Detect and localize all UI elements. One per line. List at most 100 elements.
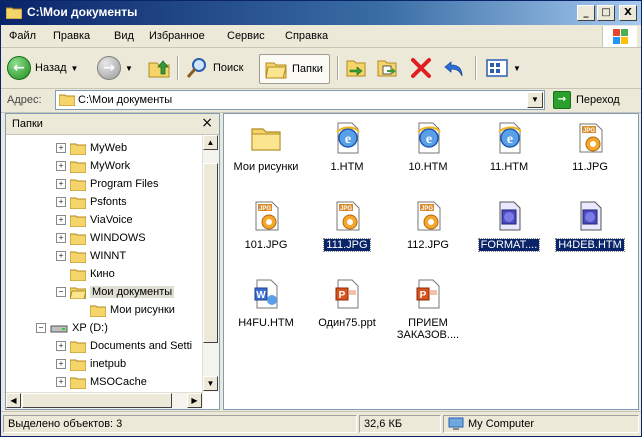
expand-icon[interactable]: + xyxy=(56,197,66,207)
folders-button[interactable]: Папки xyxy=(259,54,330,84)
file-item[interactable]: P Один75.ppt xyxy=(308,276,386,329)
horizontal-scrollbar[interactable]: ◀ ▶ xyxy=(6,392,203,409)
folders-label: Папки xyxy=(292,63,323,75)
tree-item[interactable]: Мои рисунки xyxy=(76,302,175,318)
folder-file-icon xyxy=(248,120,284,156)
move-to-button[interactable] xyxy=(344,54,368,82)
file-item[interactable]: FORMAT.... xyxy=(470,198,548,252)
tree-item[interactable]: + MyWork xyxy=(56,158,130,174)
delete-button[interactable] xyxy=(409,54,433,82)
search-button[interactable]: Поиск xyxy=(185,54,243,82)
file-item[interactable]: H4DEB.HTM xyxy=(551,198,629,252)
folder-icon xyxy=(70,287,86,299)
folder-icon xyxy=(70,179,86,191)
explorer-window: C:\Мои документы _ □ X Файл Правка Вид И… xyxy=(0,0,642,437)
menu-edit[interactable]: Правка xyxy=(53,30,90,42)
scroll-thumb[interactable] xyxy=(22,393,172,408)
svg-text:e: e xyxy=(507,132,513,147)
jpg-file-icon: JPG xyxy=(572,120,608,156)
scroll-right-icon[interactable]: ▶ xyxy=(187,393,202,408)
tree-item[interactable]: + inetpub xyxy=(56,356,126,372)
htmlword-file-icon: W xyxy=(248,276,284,312)
address-dropdown-icon[interactable]: ▼ xyxy=(527,92,543,108)
expand-icon[interactable]: + xyxy=(56,215,66,225)
title-bar[interactable]: C:\Мои документы _ □ X xyxy=(1,1,641,25)
menu-view[interactable]: Вид xyxy=(114,30,134,42)
back-dropdown-icon[interactable]: ▼ xyxy=(71,64,79,73)
file-item[interactable]: e 11.HTM xyxy=(470,120,548,173)
tree-item[interactable]: Кино xyxy=(56,266,115,282)
file-list-pane: Мои рисунки e 1.HTM e 10.HTM e 11.HTM JPG 11.JPG… xyxy=(223,113,639,410)
expand-icon[interactable]: − xyxy=(56,287,66,297)
file-item[interactable]: JPG 112.JPG xyxy=(389,198,467,251)
close-button[interactable]: X xyxy=(619,5,637,21)
menu-help[interactable]: Справка xyxy=(285,30,328,42)
tree-item[interactable]: + Program Files xyxy=(56,176,158,192)
svg-text:JPG: JPG xyxy=(340,206,352,212)
tree-item[interactable]: + WINDOWS xyxy=(56,230,146,246)
scroll-down-icon[interactable]: ▼ xyxy=(203,376,218,391)
file-name: 1.HTM xyxy=(330,161,364,173)
folder-icon xyxy=(70,251,86,263)
go-button[interactable]: → Переход xyxy=(553,91,620,109)
scroll-up-icon[interactable]: ▲ xyxy=(203,135,218,150)
folder-icon xyxy=(70,215,86,227)
copy-to-button[interactable] xyxy=(375,54,399,82)
expand-icon[interactable]: + xyxy=(56,179,66,189)
minimize-button[interactable]: _ xyxy=(577,5,595,21)
svg-text:e: e xyxy=(345,132,351,147)
expand-icon[interactable]: + xyxy=(56,359,66,369)
views-button[interactable]: ▼ xyxy=(485,54,521,82)
menu-favorites[interactable]: Избранное xyxy=(149,30,205,42)
forward-button[interactable]: → ▼ xyxy=(97,54,133,82)
file-item[interactable]: JPG 101.JPG xyxy=(227,198,305,251)
expand-icon[interactable]: + xyxy=(56,161,66,171)
tree-item[interactable]: + MyWeb xyxy=(56,140,127,156)
expand-icon[interactable]: + xyxy=(56,143,66,153)
back-button[interactable]: ← Назад ▼ xyxy=(7,54,78,82)
folders-pane-title: Папки xyxy=(12,118,43,130)
file-item[interactable]: e 1.HTM xyxy=(308,120,386,173)
undo-button[interactable] xyxy=(443,54,467,82)
folder-icon xyxy=(70,161,86,173)
web-file-icon xyxy=(491,198,527,234)
svg-text:P: P xyxy=(420,290,427,301)
computer-icon xyxy=(448,417,464,430)
tree-item[interactable]: + ViaVoice xyxy=(56,212,133,228)
window-title: C:\Мои документы xyxy=(27,5,138,19)
expand-icon[interactable]: + xyxy=(56,251,66,261)
close-pane-icon[interactable]: × xyxy=(201,115,213,131)
tree-item[interactable]: + Psfonts xyxy=(56,194,127,210)
address-input[interactable]: C:\Мои документы ▼ xyxy=(55,90,545,110)
tree-item[interactable]: + WINNT xyxy=(56,248,126,264)
status-selected: Выделено объектов: 3 xyxy=(3,415,357,433)
up-folder-button[interactable] xyxy=(147,54,171,82)
htm-file-icon: e xyxy=(329,120,365,156)
expand-icon[interactable]: + xyxy=(56,377,66,387)
file-item[interactable]: Мои рисунки xyxy=(227,120,305,173)
file-name: 111.JPG xyxy=(323,238,371,252)
menu-file[interactable]: Файл xyxy=(9,30,36,42)
scroll-thumb[interactable] xyxy=(203,163,218,343)
expand-icon[interactable]: + xyxy=(56,341,66,351)
menu-tools[interactable]: Сервис xyxy=(227,30,265,42)
file-item[interactable]: P ПРИЕМ ЗАКАЗОВ.... xyxy=(389,276,467,341)
views-dropdown-icon[interactable]: ▼ xyxy=(513,64,521,73)
undo-icon xyxy=(444,61,463,77)
expand-icon[interactable]: + xyxy=(56,233,66,243)
tree-item[interactable]: − Мои документы xyxy=(56,284,175,300)
scroll-left-icon[interactable]: ◀ xyxy=(6,393,21,408)
file-item[interactable]: JPG 111.JPG xyxy=(308,198,386,252)
delete-icon xyxy=(411,58,431,78)
maximize-button[interactable]: □ xyxy=(597,5,615,21)
tree-item[interactable]: − XP (D:) xyxy=(36,320,108,336)
tree-item[interactable]: + MSOCache xyxy=(56,374,147,390)
forward-dropdown-icon[interactable]: ▼ xyxy=(125,64,133,73)
vertical-scrollbar[interactable]: ▲ ▼ xyxy=(202,135,219,392)
file-item[interactable]: e 10.HTM xyxy=(389,120,467,173)
expand-icon[interactable]: − xyxy=(36,323,46,333)
tree-item[interactable]: + Documents and Setti xyxy=(56,338,192,354)
file-item[interactable]: W H4FU.HTM xyxy=(227,276,305,329)
toolbar: ← Назад ▼ → ▼ Поиск Папки ▼ xyxy=(1,48,641,89)
file-item[interactable]: JPG 11.JPG xyxy=(551,120,629,173)
